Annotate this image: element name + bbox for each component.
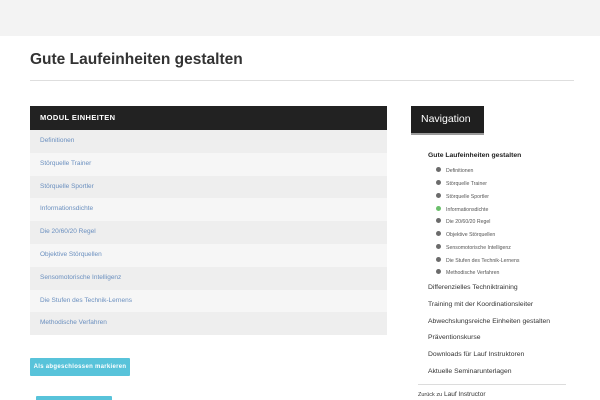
module-units-panel: MODUL EINHEITEN Definitionen Störquelle … <box>30 106 387 336</box>
navigation-heading: Navigation <box>411 106 484 133</box>
nav-lesson-link[interactable]: Differenzielles Techniktraining <box>428 284 518 291</box>
nav-sub-item[interactable]: Sensomotorische Intelligenz <box>436 244 576 252</box>
page-title: Gute Laufeinheiten gestalten <box>30 51 243 68</box>
back-to-course-link[interactable]: Zurück zu Lauf Instructor <box>418 391 486 398</box>
nav-sub-item[interactable]: Störquelle Trainer <box>436 180 576 188</box>
nav-lesson-link[interactable]: Training mit der Koordinationsleiter <box>428 301 533 308</box>
active-bullet-dot-icon <box>436 206 441 212</box>
bullet-dot-icon <box>436 231 441 237</box>
module-unit-link[interactable]: Methodische Verfahren <box>30 312 387 336</box>
module-unit-link[interactable]: Störquelle Trainer <box>30 152 387 176</box>
nav-sub-item[interactable]: Die 20/60/20 Regel <box>436 218 576 226</box>
navigation-heading-underline <box>411 133 484 135</box>
nav-sub-item[interactable]: Objektive Störquellen <box>436 231 576 239</box>
nav-lesson-link[interactable]: Präventionskurse <box>428 334 481 341</box>
module-unit-link[interactable]: Störquelle Sportler <box>30 175 387 199</box>
nav-lesson-link[interactable]: Abwechslungsreiche Einheiten gestalten <box>428 318 550 325</box>
module-unit-link[interactable]: Sensomotorische Intelligenz <box>30 266 387 290</box>
nav-sub-item[interactable]: Definitionen <box>436 167 576 175</box>
bullet-dot-icon <box>436 269 441 275</box>
nav-sub-item[interactable]: Methodische Verfahren <box>436 269 576 277</box>
bullet-dot-icon <box>436 218 441 224</box>
module-unit-link[interactable]: Die 20/60/20 Regel <box>30 221 387 244</box>
top-bar <box>0 0 600 36</box>
bullet-dot-icon <box>436 257 441 263</box>
navigation-divider <box>418 384 566 385</box>
nav-sub-item[interactable]: Die Stufen des Technik-Lernens <box>436 257 576 265</box>
module-unit-link[interactable]: Objektive Störquellen <box>30 243 387 267</box>
nav-current-lesson[interactable]: Gute Laufeinheiten gestalten <box>428 152 521 159</box>
module-unit-link[interactable]: Informationsdichte <box>30 198 387 222</box>
bullet-dot-icon <box>436 167 441 173</box>
title-divider <box>30 80 574 81</box>
mark-complete-button[interactable]: Als abgeschlossen markieren <box>30 358 130 376</box>
bullet-dot-icon <box>436 244 441 250</box>
bullet-dot-icon <box>436 180 441 186</box>
module-unit-link[interactable]: Die Stufen des Technik-Lernens <box>30 289 387 313</box>
module-units-header: MODUL EINHEITEN <box>30 106 387 130</box>
nav-lesson-link[interactable]: Aktuelle Seminarunterlagen <box>428 368 512 375</box>
module-unit-link[interactable]: Definitionen <box>30 130 387 153</box>
nav-sub-item[interactable]: Störquelle Sportler <box>436 193 576 201</box>
nav-sub-item-active[interactable]: Informationsdichte <box>436 206 576 214</box>
module-units-list: Definitionen Störquelle Trainer Störquel… <box>30 130 387 336</box>
bullet-dot-icon <box>436 193 441 199</box>
next-button-partial[interactable] <box>36 396 112 400</box>
nav-lesson-link[interactable]: Downloads für Lauf Instruktoren <box>428 351 524 358</box>
